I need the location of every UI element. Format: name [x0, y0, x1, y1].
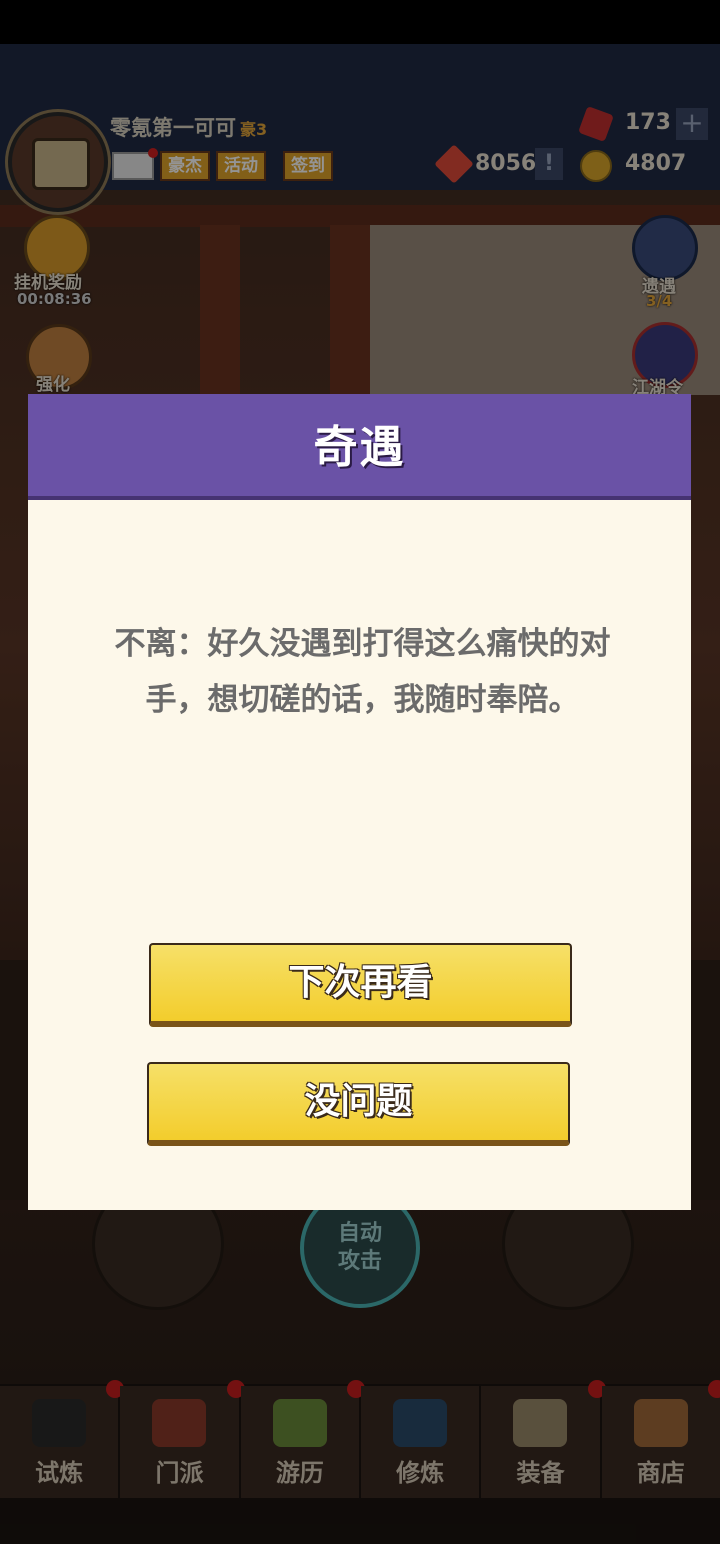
ok-button[interactable]: 没问题	[147, 1062, 570, 1146]
encounter-dialog: 奇遇 不离：好久没遇到打得这么痛快的对手，想切磋的话，我随时奉陪。 下次再看 没…	[28, 394, 691, 1210]
dialog-message: 不离：好久没遇到打得这么痛快的对手，想切磋的话，我随时奉陪。	[114, 626, 611, 718]
later-button[interactable]: 下次再看	[149, 943, 572, 1027]
status-bar	[0, 0, 720, 44]
dialog-title: 奇遇	[313, 422, 406, 473]
